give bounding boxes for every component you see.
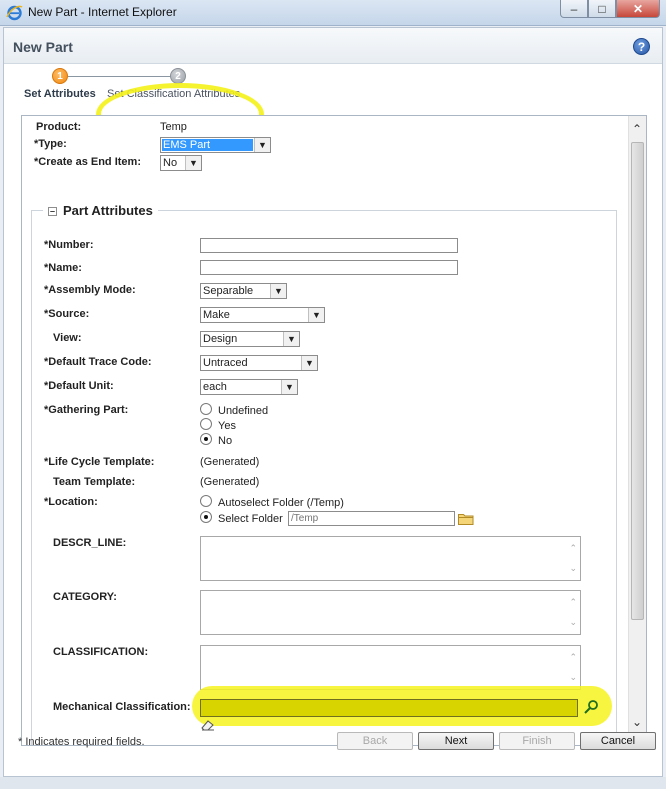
folder-icon[interactable] — [458, 513, 474, 525]
classification-textarea[interactable]: ⌃ ⌄ — [200, 645, 581, 690]
descr-line-textarea[interactable]: ⌃ ⌄ — [200, 536, 581, 581]
gathering-yes-radio[interactable] — [200, 418, 212, 430]
finish-button[interactable]: Finish — [499, 732, 575, 750]
part-attributes-legend[interactable]: – Part Attributes — [43, 203, 158, 218]
vertical-scrollbar[interactable]: ⌃ ⌄ — [628, 116, 646, 745]
chevron-down-icon[interactable]: ▼ — [254, 138, 270, 152]
team-template-label: Team Template: — [53, 476, 136, 488]
create-end-item-label: *Create as End Item: — [34, 156, 141, 168]
location-label: *Location: — [44, 496, 98, 508]
chevron-down-icon[interactable]: ▼ — [270, 284, 286, 298]
classification-label: CLASSIFICATION: — [53, 646, 149, 658]
view-select[interactable]: Design ▼ — [200, 331, 300, 347]
life-cycle-template-value: (Generated) — [200, 456, 260, 468]
scroll-thumb[interactable] — [631, 142, 644, 620]
required-fields-note: * Indicates required fields. — [18, 736, 145, 748]
chevron-down-icon[interactable]: ▼ — [283, 332, 299, 346]
maximize-icon: □ — [598, 1, 606, 16]
autoselect-folder-label: Autoselect Folder (/Temp) — [218, 497, 344, 509]
window-titlebar: New Part - Internet Explorer – □ ✕ — [0, 0, 666, 26]
form-panel: ⌃ ⌄ Product: Temp *Type: EMS Part ▼ *Cre… — [21, 115, 647, 746]
collapse-icon[interactable]: – — [48, 207, 57, 216]
folder-path-input[interactable] — [288, 511, 455, 526]
step-connector — [68, 76, 176, 77]
mechanical-classification-input[interactable] — [200, 699, 578, 717]
page-content: New Part ? 1 2 Set Attributes Set Classi… — [3, 27, 663, 777]
gathering-undefined-radio[interactable] — [200, 403, 212, 415]
chevron-down-icon[interactable]: ▼ — [185, 156, 201, 170]
cancel-button[interactable]: Cancel — [580, 732, 656, 750]
category-label: CATEGORY: — [53, 591, 117, 603]
category-textarea[interactable]: ⌃ ⌄ — [200, 590, 581, 635]
autoselect-folder-radio[interactable] — [200, 495, 212, 507]
number-input[interactable] — [200, 238, 458, 253]
number-label: *Number: — [44, 239, 94, 251]
gathering-no-label: No — [218, 435, 233, 447]
chevron-down-icon[interactable]: ▼ — [281, 380, 297, 394]
textarea-scroll-icon: ⌃ ⌄ — [569, 543, 577, 573]
eraser-icon[interactable] — [200, 719, 216, 731]
chevron-down-icon[interactable]: ▼ — [301, 356, 317, 370]
default-trace-code-label: *Default Trace Code: — [44, 356, 152, 368]
product-value: Temp — [160, 121, 187, 133]
default-trace-code-value: Untraced — [203, 357, 248, 369]
select-folder-label: Select Folder — [218, 513, 283, 525]
search-icon[interactable] — [583, 699, 599, 715]
default-unit-label: *Default Unit: — [44, 380, 114, 392]
back-button[interactable]: Back — [337, 732, 413, 750]
textarea-scroll-icon: ⌃ ⌄ — [569, 652, 577, 682]
create-end-item-value: No — [163, 157, 178, 169]
gathering-part-label: *Gathering Part: — [44, 404, 129, 416]
chevron-down-icon[interactable]: ▼ — [308, 308, 324, 322]
type-select[interactable]: EMS Part ▼ — [160, 137, 271, 153]
scroll-down-icon[interactable]: ⌄ — [632, 715, 642, 729]
minimize-icon: – — [570, 1, 578, 16]
select-folder-radio[interactable] — [200, 511, 212, 523]
life-cycle-template-label: *Life Cycle Template: — [44, 456, 155, 468]
assembly-mode-label: *Assembly Mode: — [44, 284, 136, 296]
product-label: Product: — [36, 121, 82, 133]
gathering-no-radio[interactable] — [200, 433, 212, 445]
next-button[interactable]: Next — [418, 732, 494, 750]
textarea-scroll-icon: ⌃ ⌄ — [569, 597, 577, 627]
source-value: Make — [203, 309, 230, 321]
window-title: New Part - Internet Explorer — [28, 5, 177, 19]
window-bottom-border — [0, 777, 666, 789]
page-title: New Part — [13, 39, 73, 55]
default-unit-value: each — [203, 381, 227, 393]
maximize-button[interactable]: □ — [588, 0, 616, 18]
step-1-label[interactable]: Set Attributes — [24, 88, 96, 100]
wizard-steps: 1 2 Set Attributes Set Classification At… — [4, 65, 662, 145]
step-1-indicator[interactable]: 1 — [52, 68, 68, 84]
close-button[interactable]: ✕ — [616, 0, 660, 18]
default-unit-select[interactable]: each ▼ — [200, 379, 298, 395]
step-2-indicator[interactable]: 2 — [170, 68, 186, 84]
close-icon: ✕ — [632, 1, 644, 16]
gathering-undefined-label: Undefined — [218, 405, 269, 417]
create-end-item-select[interactable]: No ▼ — [160, 155, 202, 171]
team-template-value: (Generated) — [200, 476, 260, 488]
help-icon[interactable]: ? — [633, 38, 650, 55]
descr-line-label: DESCR_LINE: — [53, 537, 127, 549]
view-label: View: — [53, 332, 82, 344]
type-selected-value: EMS Part — [162, 139, 253, 151]
assembly-mode-value: Separable — [203, 285, 254, 297]
name-label: *Name: — [44, 262, 82, 274]
scroll-up-icon[interactable]: ⌃ — [632, 122, 642, 136]
source-label: *Source: — [44, 308, 90, 320]
default-trace-code-select[interactable]: Untraced ▼ — [200, 355, 318, 371]
internet-explorer-icon — [6, 5, 23, 21]
gathering-yes-label: Yes — [218, 420, 236, 432]
mechanical-classification-label: Mechanical Classification: — [53, 701, 191, 713]
assembly-mode-select[interactable]: Separable ▼ — [200, 283, 287, 299]
page-header: New Part ? — [4, 28, 662, 64]
window-controls: – □ ✕ — [560, 0, 660, 18]
name-input[interactable] — [200, 260, 458, 275]
source-select[interactable]: Make ▼ — [200, 307, 325, 323]
view-value: Design — [203, 333, 238, 345]
type-label: *Type: — [34, 138, 67, 150]
minimize-button[interactable]: – — [560, 0, 588, 18]
